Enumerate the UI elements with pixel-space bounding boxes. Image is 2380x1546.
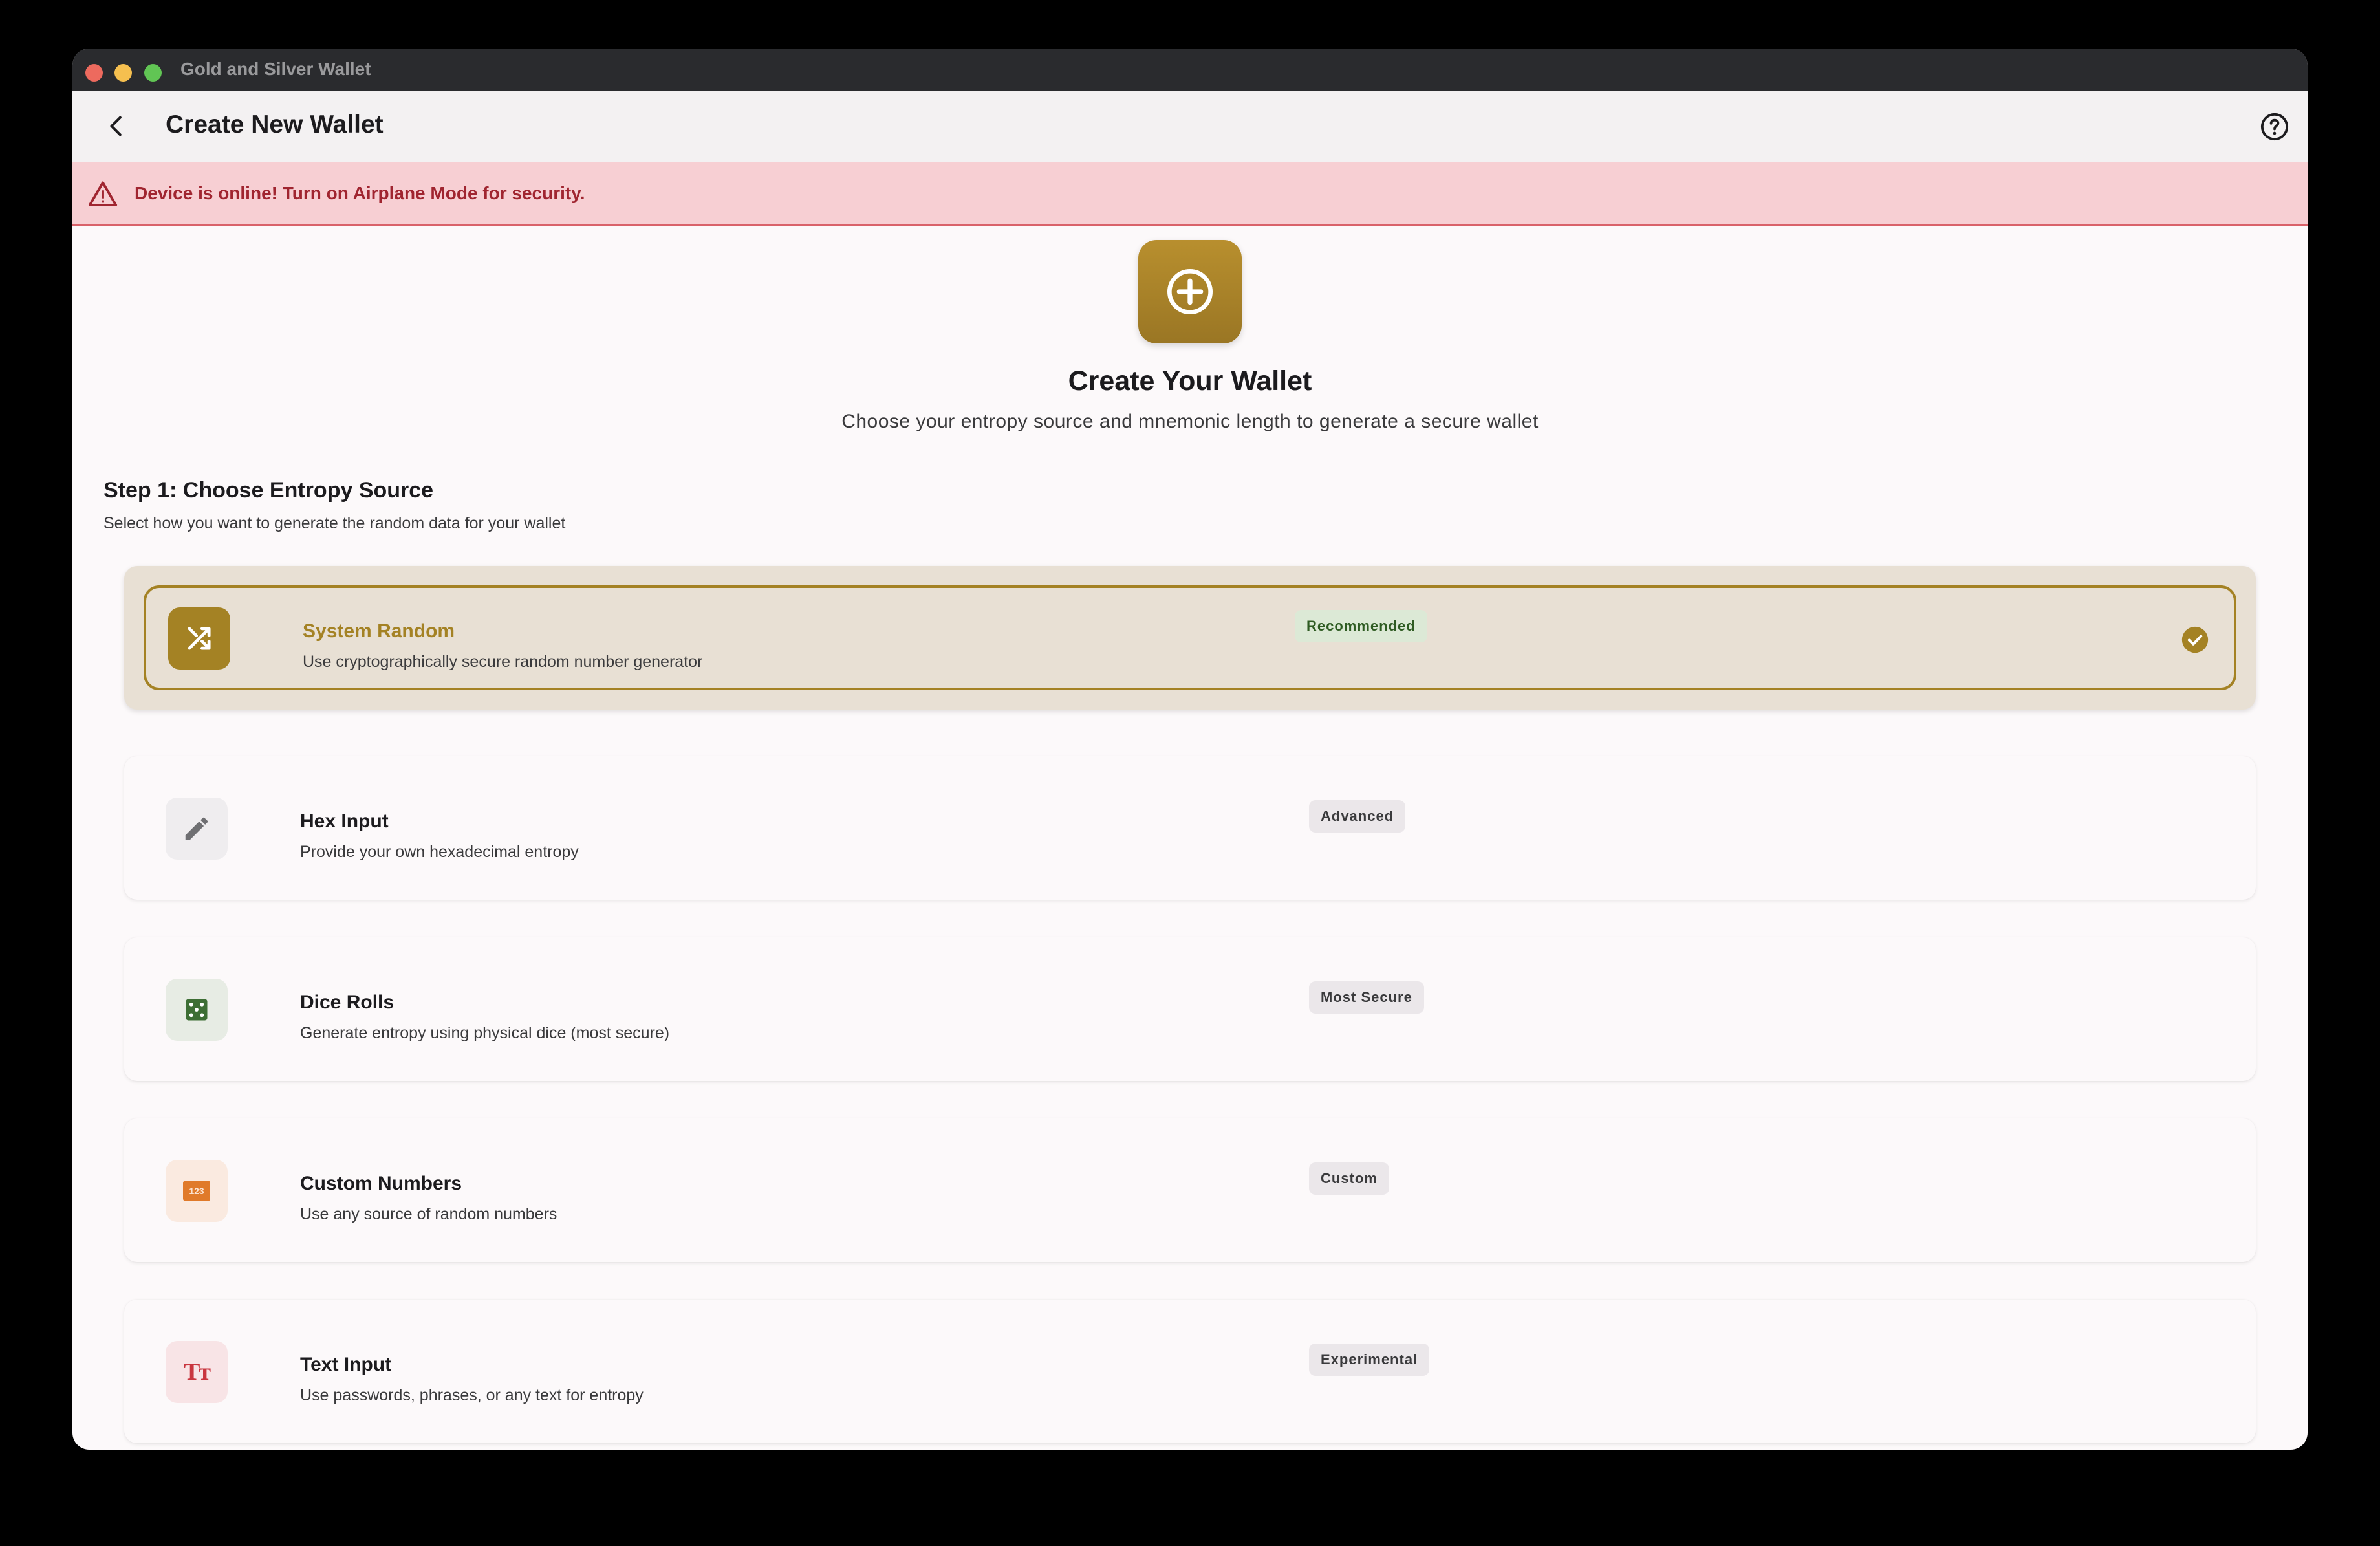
maximize-window-button[interactable] bbox=[144, 64, 162, 82]
check-circle-icon bbox=[2181, 626, 2209, 653]
option-subtitle: Provide your own hexadecimal entropy bbox=[300, 843, 579, 861]
dice-icon bbox=[186, 999, 208, 1021]
close-window-button[interactable] bbox=[85, 64, 103, 82]
step-subtitle: Select how you want to generate the rand… bbox=[103, 514, 566, 532]
option-badge: Most Secure bbox=[1309, 981, 1424, 1014]
option-icon-tile: 123 bbox=[166, 1160, 228, 1222]
option-subtitle: Generate entropy using physical dice (mo… bbox=[300, 1024, 670, 1042]
entropy-option-hex-input[interactable]: Hex Input Provide your own hexadecimal e… bbox=[124, 756, 2256, 900]
option-badge: Recommended bbox=[1295, 610, 1427, 642]
back-button[interactable] bbox=[96, 105, 137, 147]
option-subtitle: Use cryptographically secure random numb… bbox=[303, 653, 703, 671]
option-title: Custom Numbers bbox=[300, 1173, 462, 1194]
shuffle-icon bbox=[188, 627, 211, 650]
numbers-icon: 123 bbox=[183, 1181, 210, 1201]
app-window: Gold and Silver Wallet Create New Wallet… bbox=[72, 49, 2308, 1450]
option-icon-tile bbox=[166, 979, 228, 1041]
hero-title: Create Your Wallet bbox=[1068, 365, 1312, 397]
option-icon-tile bbox=[168, 607, 230, 670]
step-title: Step 1: Choose Entropy Source bbox=[103, 478, 434, 503]
option-badge: Custom bbox=[1309, 1162, 1389, 1195]
option-title: Hex Input bbox=[300, 811, 389, 832]
window-title: Gold and Silver Wallet bbox=[180, 59, 371, 79]
offline-warning-banner: Device is online! Turn on Airplane Mode … bbox=[72, 162, 2308, 226]
selection-border bbox=[144, 585, 2236, 690]
app-bar: Create New Wallet bbox=[72, 91, 2308, 162]
option-title: Dice Rolls bbox=[300, 992, 395, 1013]
hero-subtitle: Choose your entropy source and mnemonic … bbox=[841, 411, 1539, 432]
back-arrow-icon bbox=[110, 116, 122, 136]
help-circle-icon bbox=[2260, 113, 2289, 141]
option-title: Text Input bbox=[300, 1354, 392, 1375]
text-size-icon: Tт bbox=[183, 1358, 211, 1386]
option-title: System Random bbox=[303, 620, 455, 642]
option-subtitle: Use passwords, phrases, or any text for … bbox=[300, 1386, 644, 1404]
option-icon-tile: Tт bbox=[166, 1341, 228, 1403]
entropy-option-custom-numbers[interactable]: 123 Custom Numbers Use any source of ran… bbox=[124, 1118, 2256, 1262]
help-button[interactable] bbox=[2256, 108, 2293, 146]
warning-triangle-icon bbox=[88, 181, 118, 206]
page-title: Create New Wallet bbox=[166, 111, 384, 138]
option-subtitle: Use any source of random numbers bbox=[300, 1205, 557, 1223]
add-circle-icon bbox=[1167, 269, 1213, 314]
minimize-window-button[interactable] bbox=[114, 64, 132, 82]
pencil-icon bbox=[185, 817, 208, 840]
entropy-option-dice-rolls[interactable]: Dice Rolls Generate entropy using physic… bbox=[124, 937, 2256, 1081]
option-icon-tile bbox=[166, 798, 228, 860]
entropy-option-system-random[interactable]: System Random Use cryptographically secu… bbox=[124, 566, 2256, 710]
option-badge: Experimental bbox=[1309, 1344, 1430, 1376]
title-bar: Gold and Silver Wallet bbox=[72, 49, 2308, 91]
create-wallet-badge bbox=[1138, 240, 1242, 343]
warning-text: Device is online! Turn on Airplane Mode … bbox=[135, 183, 585, 203]
entropy-option-text-input[interactable]: Tт Text Input Use passwords, phrases, or… bbox=[124, 1300, 2256, 1443]
option-badge: Advanced bbox=[1309, 800, 1406, 833]
